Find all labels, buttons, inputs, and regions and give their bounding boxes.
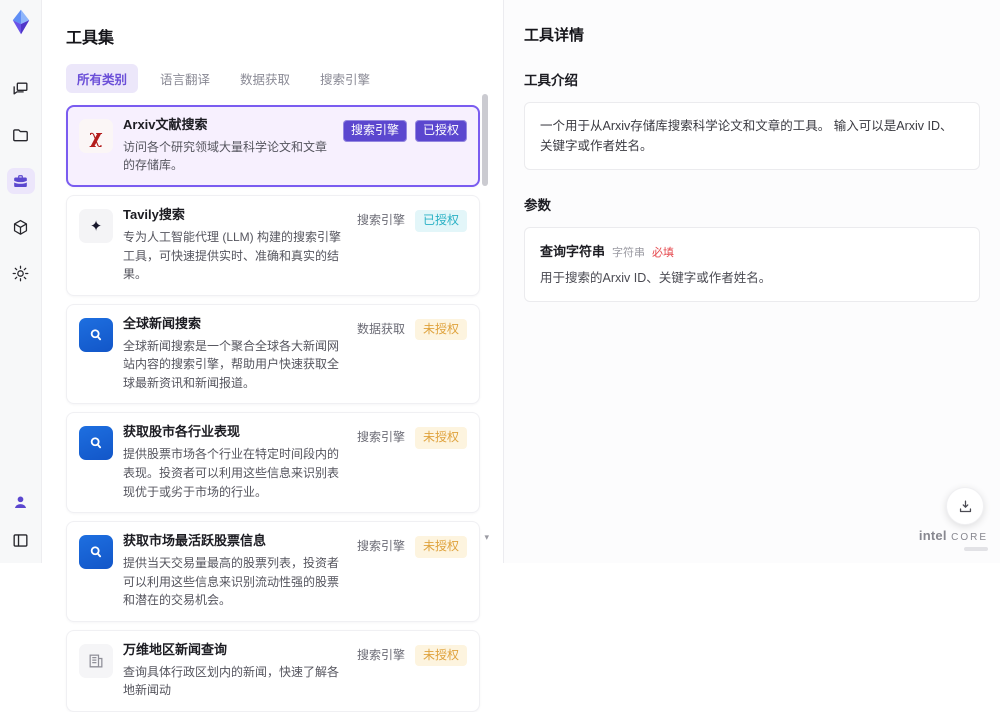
tool-description: 提供当天交易量最高的股票列表，投资者可以利用这些信息来识别流动性强的股票和潜在的… (123, 554, 345, 610)
params-heading: 参数 (524, 194, 980, 214)
page-title: 工具集 (66, 24, 479, 48)
tool-status-badge: 未授权 (415, 319, 467, 341)
tool-cards-list: χ Arxiv文献搜索 访问各个研究领域大量科学论文和文章的存储库。 搜索引擎 … (66, 105, 480, 712)
tool-text: 全球新闻搜索 全球新闻搜索是一个聚合全球各大新闻网站内容的搜索引擎，帮助用户快速… (113, 316, 355, 393)
tool-badges: 搜索引擎 已授权 (355, 210, 467, 232)
sidebar-item-user[interactable] (7, 489, 35, 515)
download-button[interactable] (946, 487, 984, 525)
param-card: 查询字符串 字符串 必填 用于搜索的Arxiv ID、关键字或作者姓名。 (524, 227, 980, 302)
cube-icon (11, 218, 30, 237)
category-tab[interactable]: 语言翻译 (152, 64, 218, 93)
tool-status-badge: 已授权 (415, 210, 467, 232)
tool-name: Tavily搜索 (123, 207, 345, 224)
tool-status-badge: 未授权 (415, 427, 467, 449)
settings-icon (11, 264, 30, 283)
tool-category-badge: 搜索引擎 (355, 210, 407, 232)
search-app-icon (79, 426, 113, 460)
param-type: 字符串 (612, 244, 645, 260)
tool-name: 万维地区新闻查询 (123, 642, 345, 659)
sidebar-item-cube[interactable] (7, 214, 35, 240)
user-icon (11, 493, 30, 512)
param-required-flag: 必填 (652, 244, 674, 260)
arxiv-icon: χ (79, 119, 113, 153)
param-name: 查询字符串 (540, 241, 605, 260)
chat-icon (11, 80, 30, 99)
scrollbar-thumb[interactable] (482, 94, 488, 186)
tool-status-badge: 未授权 (415, 645, 467, 667)
intro-heading: 工具介绍 (524, 69, 980, 89)
category-tab[interactable]: 数据获取 (232, 64, 298, 93)
tool-text: Arxiv文献搜索 访问各个研究领域大量科学论文和文章的存储库。 (113, 117, 343, 175)
params-list: 查询字符串 字符串 必填 用于搜索的Arxiv ID、关键字或作者姓名。 (524, 227, 980, 302)
sidebar-item-toolbox[interactable] (7, 168, 35, 194)
tool-badges: 搜索引擎 已授权 (343, 120, 467, 142)
rail-bottom (7, 489, 35, 553)
sidebar-item-folder[interactable] (7, 122, 35, 148)
tool-badges: 数据获取 未授权 (355, 319, 467, 341)
tool-detail-panel: 工具详情 工具介绍 一个用于从Arxiv存储库搜索科学论文和文章的工具。 输入可… (504, 0, 1000, 563)
tool-status-badge: 未授权 (415, 536, 467, 558)
tool-badges: 搜索引擎 未授权 (355, 536, 467, 558)
category-tab[interactable]: 搜索引擎 (312, 64, 378, 93)
scrollbar-down-arrow[interactable]: ▾ (484, 532, 489, 543)
tool-text: 获取股市各行业表现 提供股票市场各个行业在特定时间段内的表现。投资者可以利用这些… (113, 424, 355, 501)
tools-list-panel: 工具集 所有类别 语言翻译 数据获取 搜索引擎 χ Arxiv文献搜索 访问各个… (42, 0, 504, 563)
tool-text: 万维地区新闻查询 查询具体行政区划内的新闻，快速了解各地新闻动 (113, 642, 355, 700)
tool-category-badge: 搜索引擎 (355, 645, 407, 667)
tool-card[interactable]: 万维地区新闻查询 查询具体行政区划内的新闻，快速了解各地新闻动 搜索引擎 未授权 (66, 630, 480, 712)
sidebar-item-chat[interactable] (7, 76, 35, 102)
tool-description: 访问各个研究领域大量科学论文和文章的存储库。 (123, 138, 333, 175)
category-tab[interactable]: 所有类别 (66, 64, 138, 93)
tool-name: 获取股市各行业表现 (123, 424, 345, 441)
tool-category-badge: 搜索引擎 (355, 536, 407, 558)
tool-name: 获取市场最活跃股票信息 (123, 533, 345, 550)
search-app-icon (79, 318, 113, 352)
tab-label: 数据获取 (240, 73, 290, 87)
news-icon (79, 644, 113, 678)
tool-card[interactable]: 获取股市各行业表现 提供股票市场各个行业在特定时间段内的表现。投资者可以利用这些… (66, 412, 480, 513)
tool-name: Arxiv文献搜索 (123, 117, 333, 134)
core-logo-text: CORE (951, 532, 988, 543)
param-description: 用于搜索的Arxiv ID、关键字或作者姓名。 (540, 269, 964, 288)
tool-badges: 搜索引擎 未授权 (355, 427, 467, 449)
tool-category-badge: 搜索引擎 (343, 120, 407, 142)
tool-text: Tavily搜索 专为人工智能代理 (LLM) 构建的搜索引擎工具，可快速提供实… (113, 207, 355, 284)
tab-label: 搜索引擎 (320, 73, 370, 87)
intel-logo-text: intel (919, 528, 947, 543)
toolbox-icon (11, 172, 30, 191)
tab-label: 所有类别 (77, 73, 127, 87)
tool-status-badge: 已授权 (415, 120, 467, 142)
category-tabs: 所有类别 语言翻译 数据获取 搜索引擎 (66, 64, 479, 93)
tab-label: 语言翻译 (160, 73, 210, 87)
tool-card[interactable]: ✦ Tavily搜索 专为人工智能代理 (LLM) 构建的搜索引擎工具，可快速提… (66, 195, 480, 296)
panels-icon (11, 531, 30, 550)
tool-description: 提供股票市场各个行业在特定时间段内的表现。投资者可以利用这些信息来识别表现优于或… (123, 445, 345, 501)
param-head: 查询字符串 字符串 必填 (540, 241, 964, 260)
tool-description: 专为人工智能代理 (LLM) 构建的搜索引擎工具，可快速提供实时、准确和真实的结… (123, 228, 345, 284)
download-icon (957, 498, 974, 515)
search-app-icon (79, 535, 113, 569)
tool-description: 查询具体行政区划内的新闻，快速了解各地新闻动 (123, 663, 345, 700)
app-logo-icon (7, 8, 35, 36)
tool-description: 全球新闻搜索是一个聚合全球各大新闻网站内容的搜索引擎，帮助用户快速获取全球最新资… (123, 337, 345, 393)
tool-category-badge: 搜索引擎 (355, 427, 407, 449)
sidebar-item-panels[interactable] (7, 527, 35, 553)
tool-category-badge: 数据获取 (355, 319, 407, 341)
intel-badge-subbar (964, 547, 988, 551)
tool-name: 全球新闻搜索 (123, 316, 345, 333)
detail-title: 工具详情 (524, 24, 980, 45)
tavily-icon: ✦ (79, 209, 113, 243)
tool-card[interactable]: χ Arxiv文献搜索 访问各个研究领域大量科学论文和文章的存储库。 搜索引擎 … (66, 105, 480, 187)
tool-card[interactable]: 全球新闻搜索 全球新闻搜索是一个聚合全球各大新闻网站内容的搜索引擎，帮助用户快速… (66, 304, 480, 405)
rail-nav (7, 76, 35, 286)
intro-text: 一个用于从Arxiv存储库搜索科学论文和文章的工具。 输入可以是Arxiv ID… (524, 102, 980, 170)
tool-badges: 搜索引擎 未授权 (355, 645, 467, 667)
left-rail (0, 0, 42, 563)
folder-icon (11, 126, 30, 145)
tool-text: 获取市场最活跃股票信息 提供当天交易量最高的股票列表，投资者可以利用这些信息来识… (113, 533, 355, 610)
sidebar-item-settings[interactable] (7, 260, 35, 286)
tool-card[interactable]: 获取市场最活跃股票信息 提供当天交易量最高的股票列表，投资者可以利用这些信息来识… (66, 521, 480, 622)
intel-core-badge: intel CORE (919, 528, 988, 551)
